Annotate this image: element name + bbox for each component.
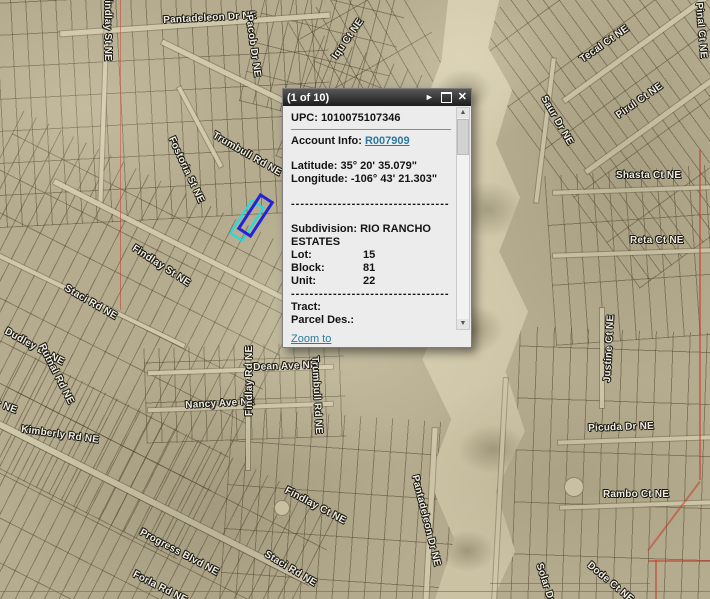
block-label: Block: — [291, 262, 363, 275]
maximize-icon[interactable] — [441, 92, 452, 103]
close-icon[interactable]: ✕ — [458, 92, 467, 103]
lot-row: Lot: 15 — [291, 249, 451, 262]
street-label: Findlay Rd NE — [244, 346, 255, 416]
scroll-down-icon[interactable]: ▼ — [457, 319, 469, 329]
subdivision-row: Subdivision: RIO RANCHO ESTATES — [291, 223, 451, 249]
unit-value: 22 — [363, 275, 375, 288]
street-label: Findlay St NE — [102, 0, 113, 61]
scroll-up-icon[interactable]: ▲ — [457, 108, 469, 118]
popup-header: (1 of 10) ► ✕ — [283, 89, 471, 106]
popup-footer: Zoom to — [283, 331, 471, 346]
lot-value: 15 — [363, 249, 375, 262]
block-row: Block: 81 — [291, 262, 451, 275]
street-label: Reta Ct NE — [630, 235, 684, 246]
unit-label: Unit: — [291, 275, 363, 288]
popup-body: UPC: 1010075107346 Account Info: R007909… — [283, 106, 471, 331]
subdivision-label: Subdivision: — [291, 223, 357, 235]
account-info-label: Account Info: — [291, 135, 362, 147]
latitude-value: Latitude: 35° 20' 35.079" — [291, 160, 451, 173]
dashed-separator: ---------------------------------- — [291, 288, 451, 301]
longitude-value: Longitude: -106° 43' 21.303" — [291, 173, 451, 186]
block-value: 81 — [363, 262, 375, 275]
street-label: Shasta Ct NE — [616, 170, 681, 181]
popup-pager-title: (1 of 10) — [287, 92, 419, 104]
account-info-link[interactable]: R007909 — [365, 135, 410, 147]
boundary-line — [120, 0, 121, 310]
street-label: Dean Ave NE — [253, 360, 317, 373]
tract-label: Tract: — [291, 301, 451, 314]
boundary-line — [699, 150, 701, 480]
parcel-info-popup: (1 of 10) ► ✕ UPC: 1010075107346 Account… — [282, 88, 472, 348]
scrollbar-thumb[interactable] — [457, 119, 469, 155]
map-canvas[interactable]: Pantadeleon Dr NEFindlay St NEPacob Dr N… — [0, 0, 710, 599]
account-info-row: Account Info: R007909 — [291, 135, 451, 148]
parcel-des-label: Parcel Des.: — [291, 314, 451, 327]
unit-row: Unit: 22 — [291, 275, 451, 288]
street-label: Rambo Ct NE — [603, 489, 669, 500]
popup-scrollbar[interactable]: ▲ ▼ — [456, 107, 470, 330]
upc-value: UPC: 1010075107346 — [291, 112, 451, 125]
boundary-line — [648, 560, 710, 562]
divider-line — [291, 129, 451, 130]
zoom-to-link[interactable]: Zoom to — [291, 333, 331, 345]
boundary-line — [490, 583, 650, 584]
dashed-separator: ---------------------------------- — [291, 198, 451, 211]
street-label: Picuda Dr NE — [588, 421, 654, 434]
next-result-icon[interactable]: ► — [425, 93, 434, 102]
lot-label: Lot: — [291, 249, 363, 262]
cul-de-sac — [274, 500, 290, 516]
boundary-line — [655, 560, 657, 599]
boundary-line — [0, 591, 710, 592]
cul-de-sac — [564, 477, 584, 497]
